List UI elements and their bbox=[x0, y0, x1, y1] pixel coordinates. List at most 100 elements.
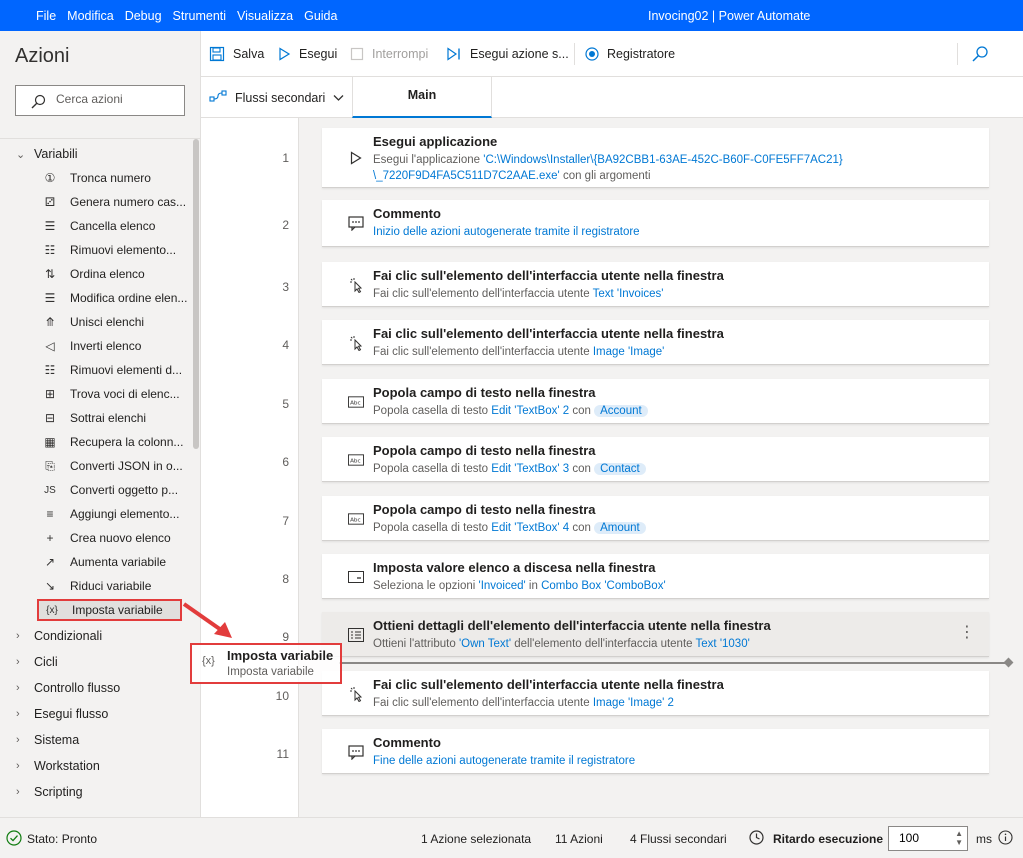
drag-ghost[interactable]: {x} Imposta variabile Imposta variabile bbox=[190, 643, 342, 684]
svg-text:Abc: Abc bbox=[350, 459, 361, 465]
flow-step-description: Popola casella di testo Edit 'TextBox' 2… bbox=[373, 403, 648, 419]
search-icon bbox=[971, 45, 989, 63]
flow-step-card[interactable]: Abc Popola campo di testo nella finestra P… bbox=[322, 379, 989, 424]
action-item[interactable]: JS Converti oggetto p... bbox=[40, 479, 188, 501]
flow-step-card[interactable]: Commento Inizio delle azioni autogenerate… bbox=[322, 200, 989, 247]
status-text: Stato: Pronto bbox=[27, 832, 98, 846]
menu-debug[interactable]: Debug bbox=[125, 9, 162, 23]
action-item[interactable]: ⇅ Ordina elenco bbox=[40, 263, 188, 285]
flow-step-description: Fine delle azioni autogenerate tramite i… bbox=[373, 755, 636, 767]
menu-visualizza[interactable]: Visualizza bbox=[237, 9, 293, 23]
run-next-action-button[interactable]: Esegui azione s... bbox=[446, 31, 569, 77]
flow-step-card[interactable]: Commento Fine delle azioni autogenerate t… bbox=[322, 729, 989, 774]
category-item[interactable]: › Esegui flusso bbox=[16, 704, 108, 724]
textbox-icon: Abc bbox=[348, 452, 364, 468]
search-box[interactable] bbox=[15, 85, 185, 116]
more-options-icon[interactable]: ⋮ bbox=[959, 622, 975, 642]
details-icon bbox=[348, 627, 364, 643]
flow-step-description: Esegui l'applicazione 'C:\Windows\Instal… bbox=[373, 154, 843, 166]
delay-input[interactable] bbox=[899, 831, 949, 845]
save-button[interactable]: Salva bbox=[209, 31, 264, 77]
stop-button[interactable]: Interrompi bbox=[350, 31, 428, 77]
line-number: 10 bbox=[275, 689, 289, 703]
action-item[interactable]: ☷ Rimuovi elemento... bbox=[40, 239, 188, 261]
action-item-label: Modifica ordine elen... bbox=[70, 291, 188, 305]
category-item[interactable]: › Scripting bbox=[16, 782, 83, 802]
action-item[interactable]: + Crea nuovo elenco bbox=[40, 527, 188, 549]
line-number-gutter: 1 2 3 4 5 6 7 8 9 10 11 bbox=[201, 118, 299, 817]
action-item[interactable]: ☷ Rimuovi elementi d... bbox=[40, 359, 188, 381]
flow-step-card[interactable]: Abc Popola campo di testo nella finestra P… bbox=[322, 437, 989, 482]
flow-step-card[interactable]: Fai clic sull'elemento dell'interfaccia … bbox=[322, 320, 989, 365]
delay-stepper[interactable]: ▲▼ bbox=[888, 826, 968, 851]
flow-step-card[interactable]: Ottieni dettagli dell'elemento dell'inte… bbox=[322, 612, 989, 657]
flow-step-description: Seleziona le opzioni 'Invoiced' in Combo… bbox=[373, 580, 666, 592]
drag-arrow bbox=[182, 602, 232, 638]
chevron-down-icon: ⌄ bbox=[16, 148, 26, 161]
recorder-button[interactable]: Registratore bbox=[585, 31, 675, 77]
category-variabili[interactable]: ⌄ Variabili bbox=[16, 144, 78, 164]
action-item[interactable]: {x} Imposta variabile bbox=[37, 599, 182, 621]
flow-step-description-line2: \_7220F9D4FA5C511D7C2AAE.exe' con gli ar… bbox=[373, 170, 651, 182]
step-icon bbox=[446, 47, 462, 61]
drag-ghost-title: Imposta variabile bbox=[227, 648, 334, 663]
stepper-arrows-icon[interactable]: ▲ ▼ bbox=[955, 829, 963, 847]
flow-step-title: Ottieni dettagli dell'elemento dell'inte… bbox=[373, 618, 771, 633]
subflows-count: 4 Flussi secondari bbox=[630, 832, 727, 846]
action-item-label: Crea nuovo elenco bbox=[70, 531, 171, 545]
textbox-icon: Abc bbox=[348, 511, 364, 527]
delay-unit: ms bbox=[976, 832, 992, 846]
search-input[interactable] bbox=[56, 92, 176, 106]
category-item[interactable]: › Condizionali bbox=[16, 626, 102, 646]
toolbar-divider bbox=[574, 43, 575, 65]
flow-step-card[interactable]: Imposta valore elenco a discesa nella fi… bbox=[322, 554, 989, 599]
play-icon bbox=[277, 47, 291, 61]
action-item-label: Rimuovi elementi d... bbox=[70, 363, 183, 377]
find-common-icon: ⊞ bbox=[44, 387, 56, 401]
action-item[interactable]: ◁ Inverti elenco bbox=[40, 335, 188, 357]
chevron-right-icon: › bbox=[16, 708, 20, 720]
info-icon[interactable] bbox=[998, 830, 1013, 848]
action-item[interactable]: ☰ Modifica ordine elen... bbox=[40, 287, 188, 309]
line-number: 5 bbox=[282, 397, 289, 411]
menu-file[interactable]: File bbox=[36, 9, 56, 23]
flow-step-description: Popola casella di testo Edit 'TextBox' 4… bbox=[373, 520, 646, 536]
action-item[interactable]: ↗ Aumenta variabile bbox=[40, 551, 188, 573]
scrollbar[interactable] bbox=[193, 139, 199, 449]
flow-step-card[interactable]: Esegui applicazione Esegui l'applicazione… bbox=[322, 128, 989, 188]
action-item[interactable]: ① Tronca numero bbox=[40, 167, 188, 189]
action-item-label: Tronca numero bbox=[70, 171, 151, 185]
menu-strumenti[interactable]: Strumenti bbox=[173, 9, 227, 23]
flow-step-card[interactable]: Fai clic sull'elemento dell'interfaccia … bbox=[322, 262, 989, 307]
search-flow-button[interactable] bbox=[971, 31, 997, 77]
stop-icon bbox=[350, 47, 364, 61]
category-item[interactable]: › Controllo flusso bbox=[16, 678, 120, 698]
action-item[interactable]: ⚂ Genera numero cas... bbox=[40, 191, 188, 213]
action-item-label: Recupera la colonn... bbox=[70, 435, 184, 449]
tab-main[interactable]: Main bbox=[352, 77, 492, 118]
action-item-label: Riduci variabile bbox=[70, 579, 152, 593]
line-number: 1 bbox=[282, 151, 289, 165]
action-item[interactable]: ⤊ Unisci elenchi bbox=[40, 311, 188, 333]
menu-modifica[interactable]: Modifica bbox=[67, 9, 114, 23]
category-item[interactable]: › Sistema bbox=[16, 730, 79, 750]
json-convert-icon: ⎘ bbox=[45, 458, 55, 473]
action-item-label: Converti JSON in o... bbox=[70, 459, 183, 473]
action-item[interactable]: ⊞ Trova voci di elenc... bbox=[40, 383, 188, 405]
action-item-label: Aumenta variabile bbox=[70, 555, 167, 569]
run-button[interactable]: Esegui bbox=[277, 31, 337, 77]
action-item[interactable]: ↘ Riduci variabile bbox=[40, 575, 188, 597]
action-item[interactable]: ▦ Recupera la colonn... bbox=[40, 431, 188, 453]
subflow-icon bbox=[209, 89, 227, 106]
action-item[interactable]: ⎘ Converti JSON in o... bbox=[40, 455, 188, 477]
category-item[interactable]: › Cicli bbox=[16, 652, 58, 672]
category-item[interactable]: › Workstation bbox=[16, 756, 100, 776]
menu-guida[interactable]: Guida bbox=[304, 9, 337, 23]
action-item[interactable]: ⊟ Sottrai elenchi bbox=[40, 407, 188, 429]
subflows-dropdown[interactable]: Flussi secondari bbox=[209, 89, 344, 106]
flow-step-card[interactable]: Abc Popola campo di testo nella finestra P… bbox=[322, 496, 989, 541]
sort-list-icon: ⇅ bbox=[44, 267, 56, 281]
action-item[interactable]: ☰ Cancella elenco bbox=[40, 215, 188, 237]
action-item[interactable]: ≡ Aggiungi elemento... bbox=[40, 503, 188, 525]
flow-step-card[interactable]: Fai clic sull'elemento dell'interfaccia … bbox=[322, 671, 989, 716]
